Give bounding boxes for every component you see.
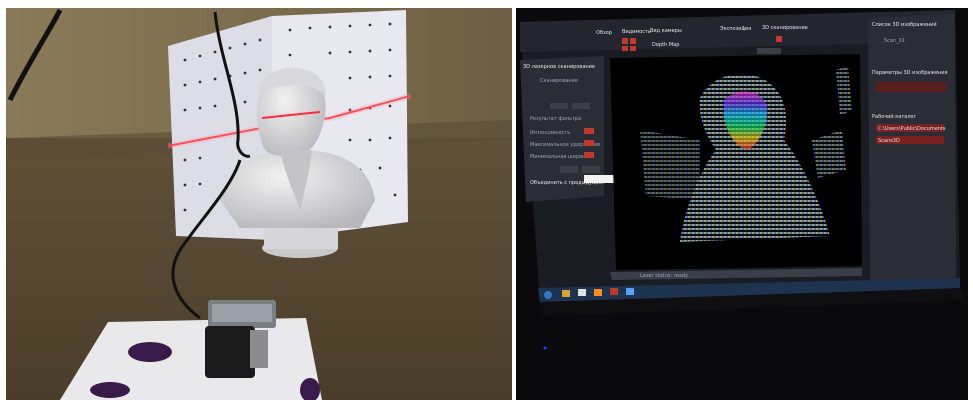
left-panel-section2: Результат фильтра — [530, 116, 581, 122]
windows-start-icon[interactable] — [544, 291, 552, 299]
toolbar-group1-label: Обзор — [596, 30, 612, 36]
row2-stepper[interactable] — [584, 140, 594, 146]
toolbar-red-button-4[interactable] — [630, 46, 636, 51]
right-panel-item1[interactable]: Scan_01 — [884, 38, 905, 44]
working-dir-path2: Scans3D — [878, 138, 900, 144]
right-panel-title2: Параметры 3D изображения — [872, 70, 948, 76]
right-panel — [868, 14, 956, 282]
taskbar-app-icon-2[interactable] — [594, 289, 602, 296]
composite-photo: Обзор Видимость Вид камеры Экспозиция 1 … — [0, 0, 973, 400]
taskbar-folder-icon[interactable] — [562, 290, 570, 297]
row3-stepper[interactable] — [584, 152, 594, 158]
row1-stepper[interactable] — [584, 128, 594, 134]
left-panel-row1: Интенсивность — [530, 130, 570, 136]
toolbar-red-button-1[interactable] — [622, 38, 628, 44]
toolbar-group3-label: Вид камеры — [650, 28, 682, 34]
toolbar-exposure-value: 1 — [742, 26, 745, 32]
toolbar-group2-label: Видимость — [622, 29, 651, 35]
power-led — [543, 346, 547, 350]
toolbar-red-button-3[interactable] — [622, 46, 628, 51]
scan-params-button[interactable] — [757, 48, 781, 54]
toolbar-red-button-2[interactable] — [630, 38, 636, 44]
left-photo — [6, 8, 512, 400]
right-panel-param-field[interactable] — [876, 82, 946, 92]
monitor-screen: Обзор Видимость Вид камеры Экспозиция 1 … — [520, 10, 960, 302]
right-photo: Обзор Видимость Вид камеры Экспозиция 1 … — [516, 8, 968, 400]
toolbar-depth-map: Depth Map — [652, 42, 679, 48]
toolbar-group5-label: 3D сканирование — [762, 25, 808, 31]
left-panel-row3: Минимальная ширина — [530, 154, 589, 160]
left-panel-button-a[interactable] — [550, 103, 568, 109]
taskbar-app-icon-3[interactable] — [610, 288, 618, 295]
toolbar-group4-label: Экспозиция — [720, 26, 751, 32]
working-dir-path: C:\Users\Public\Documents — [878, 126, 946, 132]
left-panel-button-b[interactable] — [572, 103, 590, 109]
status-bar-text: Laser status: ready — [640, 273, 688, 279]
left-panel-title: 3D лазерное сканирование — [523, 64, 595, 70]
right-panel-title3: Рабочий каталог — [872, 113, 917, 120]
taskbar-app-icon-4[interactable] — [626, 288, 634, 295]
right-panel-title1: Список 3D изображений — [872, 21, 937, 28]
taskbar-app-icon-1[interactable] — [578, 289, 586, 296]
scan-button[interactable] — [776, 36, 782, 42]
filter-button-a[interactable] — [560, 166, 578, 173]
left-panel-section1: Сканирование — [540, 78, 578, 84]
filter-button-b[interactable] — [582, 166, 600, 173]
